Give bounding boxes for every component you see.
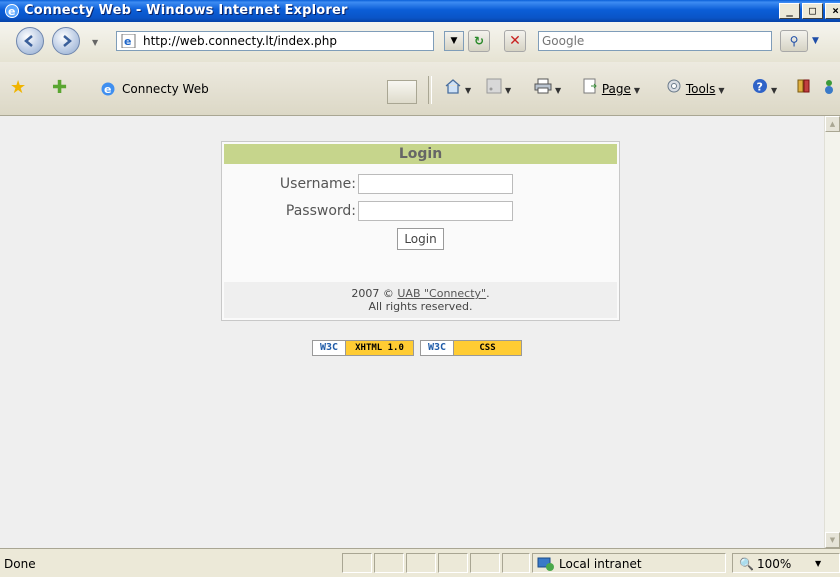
w3c-css-badge[interactable]: W3C CSS <box>420 340 522 356</box>
search-options-dropdown-icon[interactable]: ▼ <box>812 36 819 46</box>
zoom-level: 100% <box>757 557 792 571</box>
tab-title: Connecty Web <box>122 82 209 96</box>
scroll-up-button[interactable]: ▲ <box>825 116 840 132</box>
title-bar: e Connecty Web - Windows Internet Explor… <box>0 0 840 22</box>
validator-badges: W3C XHTML 1.0 W3C CSS <box>312 340 522 356</box>
status-panel <box>342 553 372 573</box>
research-button[interactable] <box>796 78 812 100</box>
w3c-xhtml-badge[interactable]: W3C XHTML 1.0 <box>312 340 414 356</box>
forward-arrow-icon <box>63 35 72 47</box>
login-heading: Login <box>224 144 617 164</box>
login-panel: Login Username: Password: Login 2007 © U… <box>221 141 620 321</box>
status-panel <box>438 553 468 573</box>
toolbar-separator <box>428 76 432 104</box>
scroll-down-button[interactable]: ▼ <box>825 532 840 548</box>
back-button[interactable] <box>16 27 44 55</box>
username-label: Username: <box>279 176 356 192</box>
stop-icon: ✕ <box>509 33 521 49</box>
print-button[interactable]: ▼ <box>534 78 561 100</box>
page-content: Login Username: Password: Login 2007 © U… <box>0 116 824 548</box>
printer-icon <box>534 78 552 101</box>
page-menu-label: Page <box>601 82 631 96</box>
w3c-logo-text: W3C <box>313 341 346 355</box>
password-row: Password: <box>222 201 621 221</box>
login-button[interactable]: Login <box>397 228 444 250</box>
zoom-dropdown-icon[interactable]: ▼ <box>815 555 821 573</box>
help-menu[interactable]: ? ▼ <box>752 78 777 100</box>
help-icon: ? <box>752 78 768 101</box>
page-icon <box>582 78 598 101</box>
gear-icon <box>666 78 682 101</box>
password-input[interactable] <box>358 201 513 221</box>
home-button[interactable]: ▼ <box>444 78 471 100</box>
search-icon: ⚲ <box>789 34 799 48</box>
window-title: Connecty Web - Windows Internet Explorer <box>24 3 348 18</box>
status-panel <box>502 553 530 573</box>
zone-label: Local intranet <box>559 557 642 571</box>
tools-menu[interactable]: Tools ▼ <box>666 78 725 100</box>
company-link[interactable]: UAB "Connecty" <box>397 287 486 300</box>
status-panel <box>470 553 500 573</box>
status-text: Done <box>4 557 36 571</box>
new-tab-button[interactable] <box>387 80 417 104</box>
refresh-icon: ↻ <box>473 34 485 48</box>
tab-toolbar: ★ ✚ e Connecty Web ▼ ▼ ▼ Page ▼ Tools ▼ ? ▼ <box>0 62 840 116</box>
research-icon <box>796 78 812 101</box>
messenger-button[interactable] <box>822 78 838 100</box>
close-button[interactable]: × <box>825 3 840 19</box>
address-toolbar: ▼ e http://web.connecty.lt/index.php ▼ ↻… <box>0 22 840 62</box>
vertical-scrollbar[interactable]: ▲ ▼ <box>824 116 840 548</box>
copyright-prefix: 2007 © <box>351 287 398 300</box>
forward-button[interactable] <box>52 27 80 55</box>
rights-reserved-text: All rights reserved. <box>368 300 473 313</box>
svg-text:e: e <box>124 35 131 48</box>
search-button[interactable]: ⚲ <box>780 30 808 52</box>
username-row: Username: <box>222 174 621 194</box>
username-input[interactable] <box>358 174 513 194</box>
login-footer: 2007 © UAB "Connecty". All rights reserv… <box>224 282 617 318</box>
svg-text:e: e <box>104 83 111 96</box>
tab-ie-icon: e <box>100 81 116 100</box>
address-dropdown-button[interactable]: ▼ <box>444 31 464 51</box>
status-panel <box>374 553 404 573</box>
feeds-button[interactable]: ▼ <box>486 78 511 100</box>
tools-menu-label: Tools <box>685 82 716 96</box>
tab-connecty-web[interactable]: e Connecty Web <box>92 74 382 104</box>
status-bar: Done Local intranet 🔍 100% ▼ <box>0 548 840 576</box>
stop-button[interactable]: ✕ <box>504 30 526 52</box>
maximize-button[interactable]: □ <box>802 3 823 19</box>
add-favorites-icon[interactable]: ✚ <box>52 79 67 97</box>
security-zone[interactable]: Local intranet <box>532 553 726 573</box>
feeds-icon <box>486 78 502 101</box>
home-icon <box>444 78 462 101</box>
recent-pages-dropdown-icon[interactable]: ▼ <box>92 38 98 47</box>
messenger-icon <box>822 78 838 101</box>
w3c-logo-text: W3C <box>421 341 454 355</box>
css-badge-label: CSS <box>454 341 521 355</box>
zoom-control[interactable]: 🔍 100% ▼ <box>732 553 840 573</box>
favorites-star-icon[interactable]: ★ <box>10 79 26 97</box>
url-text[interactable]: http://web.connecty.lt/index.php <box>143 34 337 48</box>
copyright-suffix: . <box>486 287 490 300</box>
page-ie-icon: e <box>121 33 137 51</box>
status-panel <box>406 553 436 573</box>
back-arrow-icon <box>24 35 33 47</box>
address-field[interactable]: e http://web.connecty.lt/index.php <box>116 31 434 51</box>
svg-text:e: e <box>8 5 15 18</box>
refresh-button[interactable]: ↻ <box>468 30 490 52</box>
zoom-icon: 🔍 <box>739 557 754 571</box>
xhtml-badge-label: XHTML 1.0 <box>346 341 413 355</box>
password-label: Password: <box>285 203 356 219</box>
internet-explorer-icon: e <box>4 3 20 19</box>
search-field[interactable] <box>538 31 772 51</box>
svg-text:?: ? <box>757 81 763 94</box>
search-input[interactable] <box>542 33 770 49</box>
local-intranet-icon <box>537 556 555 577</box>
page-menu[interactable]: Page ▼ <box>582 78 640 100</box>
minimize-button[interactable]: _ <box>779 3 800 19</box>
